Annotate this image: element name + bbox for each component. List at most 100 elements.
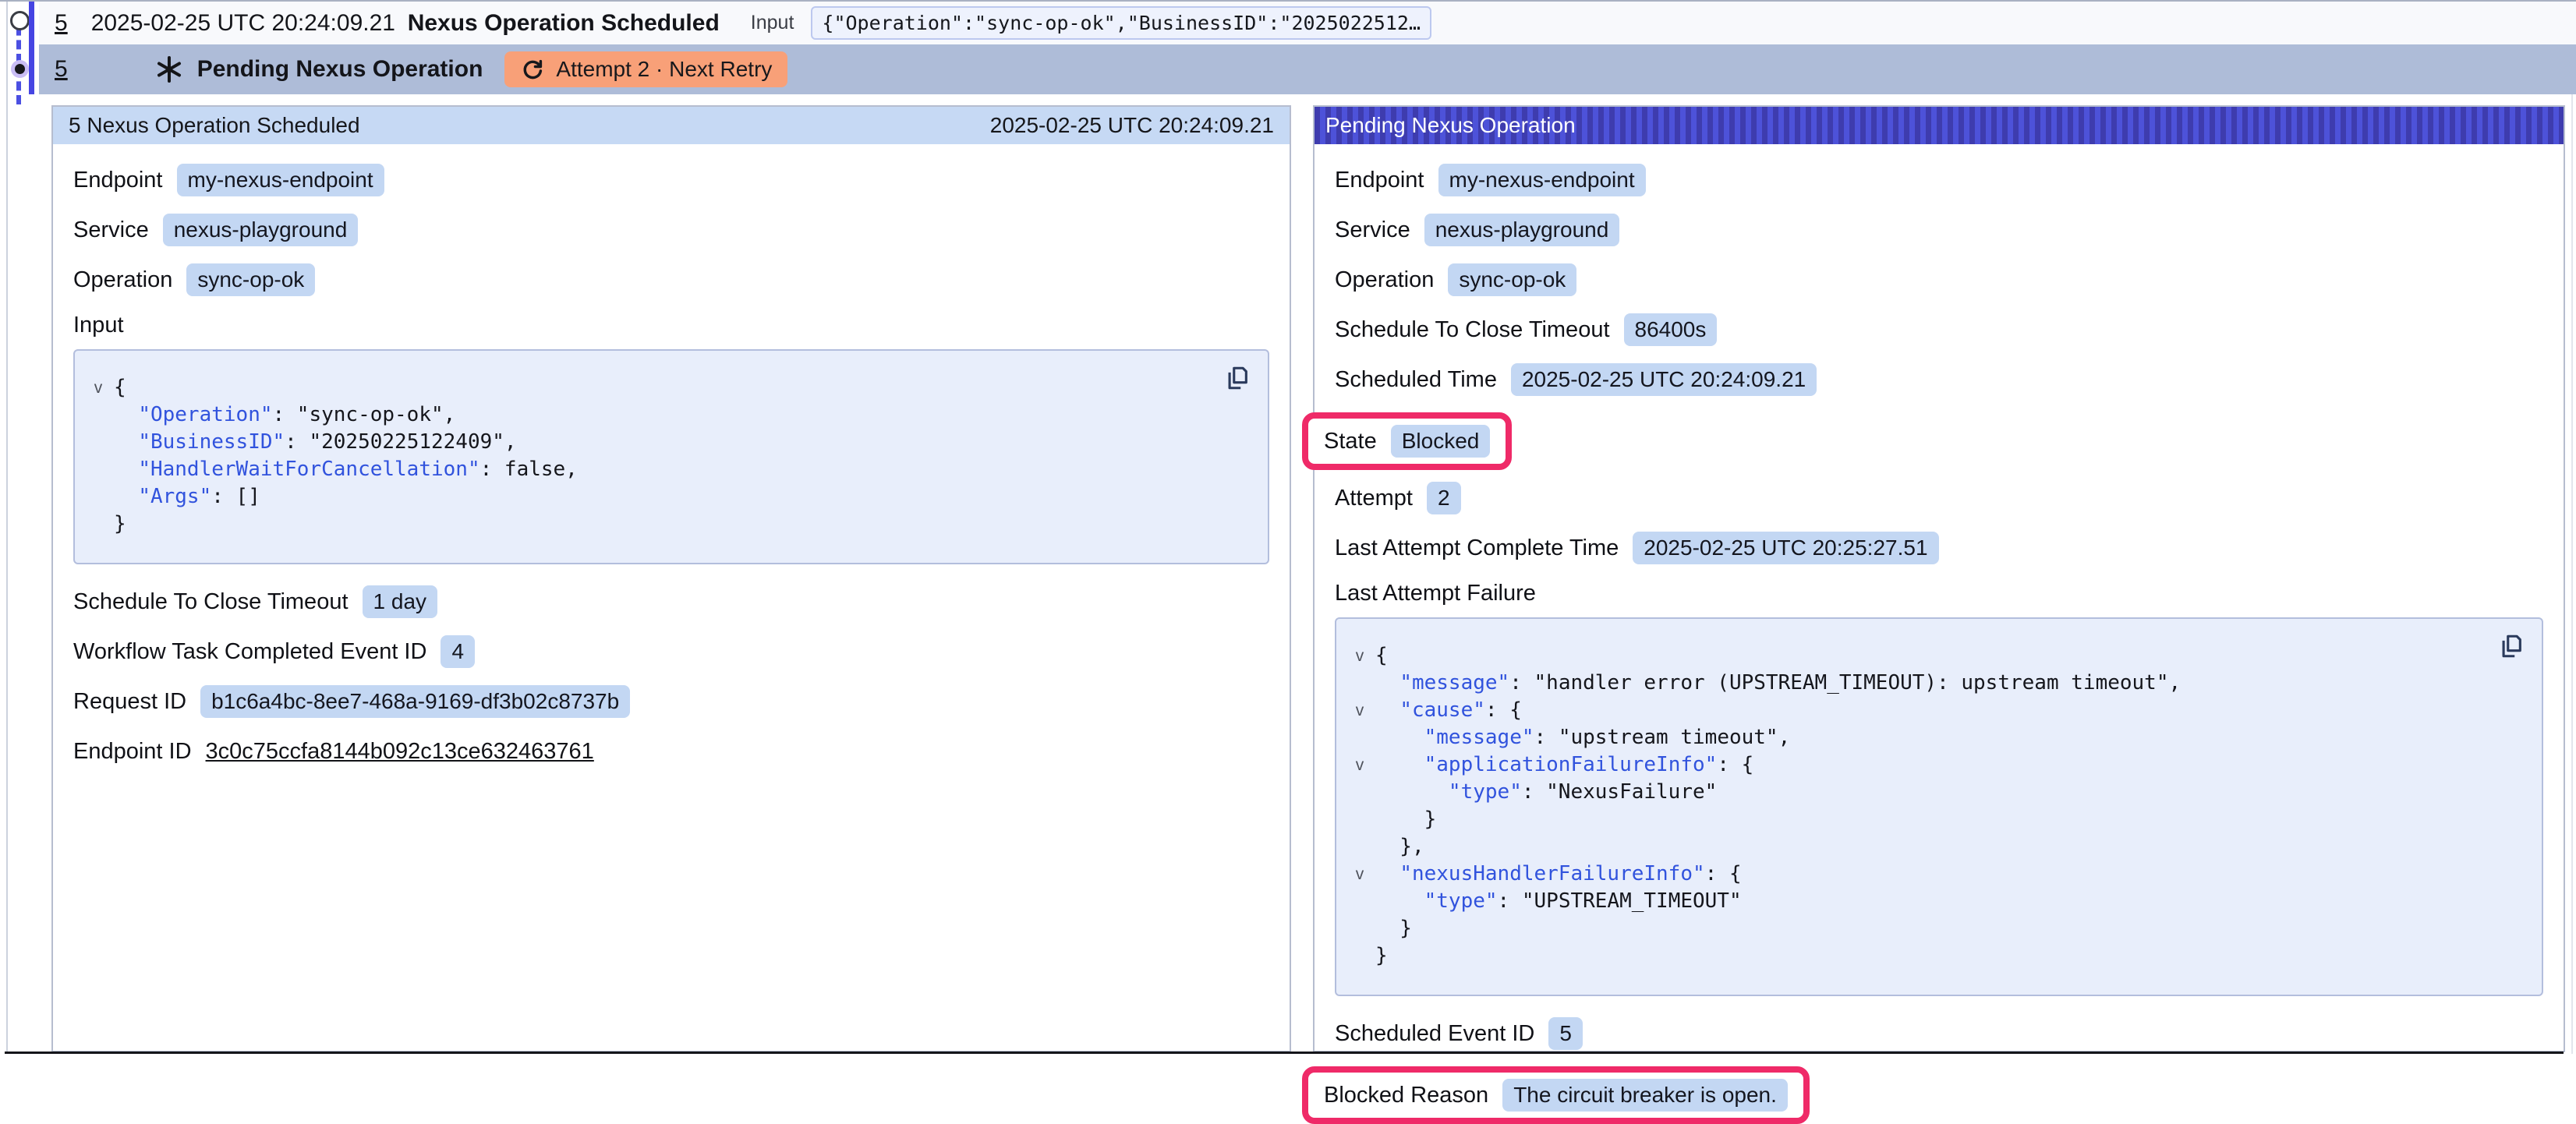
input-section-label: Input: [73, 313, 1269, 338]
collapse-chevron-icon[interactable]: v: [83, 374, 114, 401]
json-gutter: [83, 511, 114, 538]
collapse-chevron-icon[interactable]: v: [1344, 642, 1375, 670]
json-gutter: [1344, 915, 1375, 942]
collapse-chevron-icon[interactable]: v: [1344, 697, 1375, 724]
field-label: Endpoint ID: [73, 739, 192, 765]
json-text: "type": "UPSTREAM_TIMEOUT": [1375, 888, 1742, 915]
field-row-schedule-to-close-timeout: Schedule To Close Timeout1 day: [73, 585, 1269, 619]
field-label: Endpoint: [73, 168, 163, 193]
json-line: v{: [83, 374, 1213, 401]
timeline-selected-indicator: [29, 2, 34, 94]
json-line: }: [1344, 915, 2487, 942]
json-text: {: [114, 374, 126, 401]
json-line: "Args": []: [83, 483, 1213, 511]
pending-panel-header: Pending Nexus Operation: [1315, 107, 2564, 144]
field-row-service: Servicenexus-playground: [1335, 213, 2543, 247]
field-value-scheduled-event-id: 5: [1548, 1017, 1583, 1050]
field-label: Operation: [73, 267, 172, 293]
field-row-operation: Operationsync-op-ok: [1335, 263, 2543, 297]
field-value-endpoint: my-nexus-endpoint: [177, 164, 384, 196]
json-gutter: [83, 483, 114, 511]
field-value-last-attempt-complete-time: 2025-02-25 UTC 20:25:27.51: [1633, 532, 1938, 564]
json-gutter: [83, 401, 114, 429]
json-text: "message": "upstream timeout",: [1375, 724, 1790, 751]
field-value-service: nexus-playground: [163, 214, 359, 246]
json-line: }: [1344, 806, 2487, 833]
json-gutter: [1344, 833, 1375, 861]
json-line: v "nexusHandlerFailureInfo": {: [1344, 861, 2487, 888]
json-line: v "cause": {: [1344, 697, 2487, 724]
copy-icon[interactable]: [1224, 363, 1251, 393]
json-gutter: [1344, 942, 1375, 970]
retry-icon: [520, 57, 545, 82]
field-row-operation: Operation sync-op-ok: [73, 263, 1269, 297]
json-text: {: [1375, 642, 1388, 670]
json-gutter: [1344, 888, 1375, 915]
event-detail-panel-pending: Pending Nexus Operation Endpointmy-nexus…: [1313, 105, 2565, 1052]
json-gutter: [83, 429, 114, 456]
field-row-state: State Blocked: [1302, 412, 2543, 470]
json-line: "type": "UPSTREAM_TIMEOUT": [1344, 888, 2487, 915]
json-text: }: [1375, 942, 1388, 970]
json-line: "message": "handler error (UPSTREAM_TIME…: [1344, 670, 2487, 697]
json-line: },: [1344, 833, 2487, 861]
event-title: Nexus Operation Scheduled: [408, 10, 720, 37]
field-value-blocked-reason: The circuit breaker is open.: [1502, 1079, 1788, 1112]
field-value-scheduled-time: 2025-02-25 UTC 20:24:09.21: [1511, 363, 1817, 396]
field-value-state: Blocked: [1391, 425, 1491, 458]
field-row-schedule-to-close-timeout: Schedule To Close Timeout86400s: [1335, 313, 2543, 347]
input-label: Input: [751, 12, 794, 34]
field-value-endpoint: my-nexus-endpoint: [1438, 164, 1646, 196]
json-line: }: [83, 511, 1213, 538]
json-line: "message": "upstream timeout",: [1344, 724, 2487, 751]
field-label: Scheduled Time: [1335, 367, 1497, 393]
collapse-chevron-icon[interactable]: v: [1344, 861, 1375, 888]
json-line: "BusinessID": "20250225122409",: [83, 429, 1213, 456]
field-label: Last Attempt Complete Time: [1335, 535, 1619, 561]
event-detail-panel-scheduled: 5 Nexus Operation Scheduled 2025-02-25 U…: [51, 105, 1291, 1052]
event-timestamp: 2025-02-25 UTC 20:24:09.21: [91, 10, 397, 37]
event-id-link[interactable]: 5: [55, 56, 68, 83]
failure-section-label: Last Attempt Failure: [1335, 581, 2543, 606]
field-row-last-attempt-complete-time: Last Attempt Complete Time 2025-02-25 UTC…: [1335, 531, 2543, 565]
json-line: "HandlerWaitForCancellation": false,: [83, 456, 1213, 483]
json-text: "applicationFailureInfo": {: [1375, 751, 1753, 779]
field-value-request-id: b1c6a4bc-8ee7-468a-9169-df3b02c8737b: [200, 685, 630, 718]
input-preview-chip[interactable]: {"Operation":"sync-op-ok","BusinessID":"…: [811, 6, 1431, 40]
json-gutter: [1344, 779, 1375, 806]
copy-icon[interactable]: [2498, 631, 2525, 661]
json-gutter: [1344, 806, 1375, 833]
json-line: v{: [1344, 642, 2487, 670]
field-value-schedule-to-close-timeout: 1 day: [363, 585, 438, 618]
field-value-workflow-task-completed-event-id: 4: [441, 635, 475, 668]
json-gutter: [1344, 670, 1375, 697]
json-line: "type": "NexusFailure": [1344, 779, 2487, 806]
bottom-border: [5, 1052, 2564, 1054]
event-row-nexus-operation-scheduled[interactable]: 5 2025-02-25 UTC 20:24:09.21 Nexus Opera…: [39, 2, 2576, 44]
json-gutter: [1344, 724, 1375, 751]
field-row-blocked-reason: Blocked Reason The circuit breaker is ope…: [1302, 1066, 2543, 1124]
json-text: }: [114, 511, 126, 538]
field-value-operation: sync-op-ok: [186, 263, 315, 296]
json-line: v "applicationFailureInfo": {: [1344, 751, 2487, 779]
field-label: Service: [73, 217, 149, 243]
failure-json-block: v{ "message": "handler error (UPSTREAM_T…: [1335, 617, 2543, 996]
event-row-pending-nexus-operation[interactable]: 5 Pending Nexus Operation Attempt 2 · Ne…: [39, 44, 2576, 94]
attempt-badge-label: Attempt 2 · Next Retry: [556, 57, 772, 82]
field-label: State: [1324, 429, 1377, 454]
field-row-attempt: Attempt2: [1335, 481, 2543, 515]
collapse-chevron-icon[interactable]: v: [1344, 751, 1375, 779]
event-id-link[interactable]: 5: [55, 10, 68, 37]
panel-header: 5 Nexus Operation Scheduled 2025-02-25 U…: [53, 107, 1290, 144]
field-value-endpoint-id[interactable]: 3c0c75ccfa8144b092c13ce632463761: [206, 739, 594, 765]
json-text: "cause": {: [1375, 697, 1522, 724]
event-title: Pending Nexus Operation: [197, 56, 483, 83]
json-line: "Operation": "sync-op-ok",: [83, 401, 1213, 429]
panel-title: Pending Nexus Operation: [1325, 113, 1576, 138]
json-text: "type": "NexusFailure": [1375, 779, 1717, 806]
field-label: Blocked Reason: [1324, 1083, 1488, 1108]
json-text: "nexusHandlerFailureInfo": {: [1375, 861, 1742, 888]
highlight-box-blocked-reason: Blocked Reason The circuit breaker is ope…: [1302, 1066, 1810, 1124]
field-row-workflow-task-completed-event-id: Workflow Task Completed Event ID4: [73, 634, 1269, 669]
field-label: Request ID: [73, 689, 186, 715]
